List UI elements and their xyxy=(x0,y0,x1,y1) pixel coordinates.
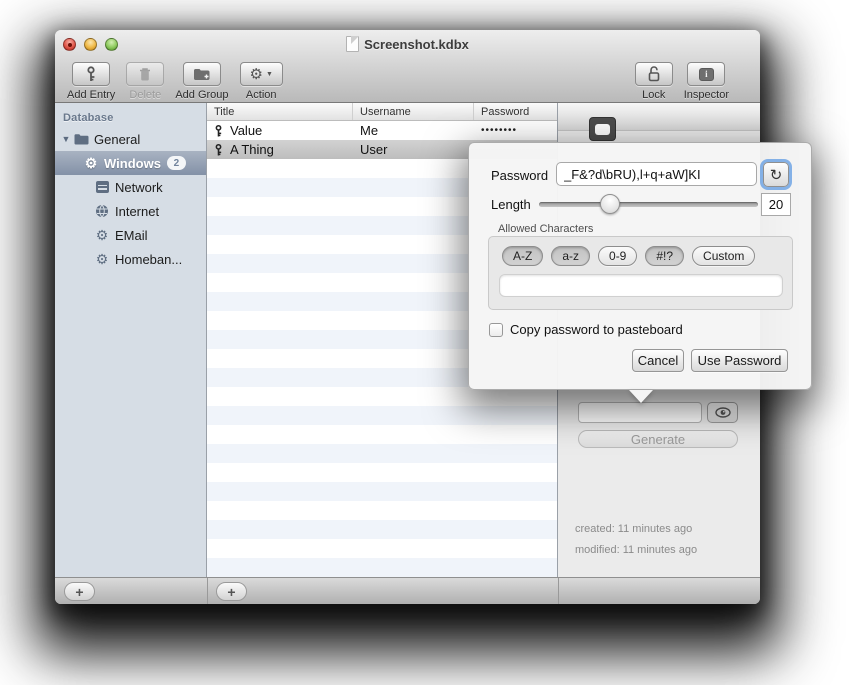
charset-lowercase-toggle[interactable]: a-z xyxy=(551,246,590,266)
bottom-bar-divider xyxy=(558,578,559,604)
inspector-password-field[interactable] xyxy=(578,402,702,423)
folder-icon xyxy=(73,133,89,145)
length-slider[interactable] xyxy=(539,202,758,207)
sidebar-item-general[interactable]: ▼ General xyxy=(55,127,206,151)
slider-thumb[interactable] xyxy=(600,194,620,214)
length-value-field[interactable] xyxy=(761,193,791,216)
sidebar-item-label: General xyxy=(94,132,140,147)
refresh-icon: ↻ xyxy=(770,166,783,184)
network-icon xyxy=(94,181,110,193)
gear-icon: ⚙ xyxy=(250,67,263,82)
charset-digits-toggle[interactable]: 0-9 xyxy=(598,246,637,266)
lock-button[interactable]: Lock xyxy=(635,62,673,101)
created-timestamp: created: 11 minutes ago xyxy=(575,523,692,535)
gear-icon: ⚙ xyxy=(94,252,110,266)
gear-icon: ⚙ xyxy=(94,228,110,242)
cell-username: Me xyxy=(353,123,474,138)
cancel-button[interactable]: Cancel xyxy=(632,349,684,372)
generated-password-field[interactable] xyxy=(556,162,757,186)
reveal-password-button[interactable] xyxy=(707,402,738,423)
globe-icon xyxy=(94,204,110,218)
sidebar-item-label: Network xyxy=(115,180,163,195)
toolbar: Add Entry Delete Add Group ⚙ xyxy=(55,58,760,103)
allowed-characters-label: Allowed Characters xyxy=(498,223,593,235)
key-icon xyxy=(84,66,98,82)
charset-uppercase-toggle[interactable]: A-Z xyxy=(502,246,543,266)
action-button[interactable]: ⚙ ▼ Action xyxy=(240,62,283,101)
trash-icon xyxy=(138,67,152,82)
window-header: Screenshot.kdbx Add Entry Delete xyxy=(55,30,760,103)
add-entry-button[interactable]: Add Entry xyxy=(67,62,115,101)
add-entry-plus-button[interactable]: + xyxy=(216,582,247,601)
sidebar-item-email[interactable]: ⚙ EMail xyxy=(55,223,206,247)
cell-title: A Thing xyxy=(230,142,274,157)
charset-symbols-toggle[interactable]: #!? xyxy=(645,246,684,266)
column-header-username[interactable]: Username xyxy=(353,103,474,120)
key-icon xyxy=(213,124,224,138)
disclosure-triangle-icon[interactable]: ▼ xyxy=(59,134,73,144)
key-icon xyxy=(213,143,224,157)
sidebar-item-homebanking[interactable]: ⚙ Homeban... xyxy=(55,247,206,271)
eye-icon xyxy=(715,407,731,418)
gear-icon: ⚙ xyxy=(83,156,99,170)
table-row[interactable]: Value Me •••••••• xyxy=(207,121,557,140)
cell-title: Value xyxy=(230,123,262,138)
regenerate-button[interactable]: ↻ xyxy=(763,162,789,187)
copy-password-label: Copy password to pasteboard xyxy=(510,322,683,337)
popover-arrow xyxy=(629,390,653,403)
add-group-button[interactable]: Add Group xyxy=(175,62,228,101)
titlebar[interactable]: Screenshot.kdbx xyxy=(55,30,760,58)
title-group: Screenshot.kdbx xyxy=(55,30,760,58)
count-badge: 2 xyxy=(167,156,186,170)
sidebar-item-label: Homeban... xyxy=(115,252,182,267)
screenshot-stage: Screenshot.kdbx Add Entry Delete xyxy=(0,0,849,685)
sidebar-item-label: Internet xyxy=(115,204,159,219)
sidebar-item-network[interactable]: Network xyxy=(55,175,206,199)
password-label: Password xyxy=(491,168,548,183)
sidebar-section-database: Database xyxy=(55,109,206,127)
folder-plus-icon xyxy=(193,67,210,81)
sidebar-item-label: Windows xyxy=(104,156,161,171)
column-header-password[interactable]: Password xyxy=(474,103,557,120)
length-label: Length xyxy=(491,197,531,212)
column-header-title[interactable]: Title xyxy=(207,103,353,120)
password-generator-popover: Password ↻ Length Allowed Characters A-Z… xyxy=(468,142,812,390)
sidebar-item-internet[interactable]: Internet xyxy=(55,199,206,223)
window-title: Screenshot.kdbx xyxy=(364,37,469,52)
bottom-bar-divider xyxy=(207,578,208,604)
chevron-down-icon: ▼ xyxy=(266,71,273,78)
allowed-characters-box: A-Z a-z 0-9 #!? Custom xyxy=(488,236,793,310)
image-icon xyxy=(595,124,610,135)
modified-timestamp: modified: 11 minutes ago xyxy=(575,544,697,556)
use-password-button[interactable]: Use Password xyxy=(691,349,788,372)
cell-password: •••••••• xyxy=(474,125,557,136)
copy-password-row: Copy password to pasteboard xyxy=(489,322,683,337)
inspector-button[interactable]: i Inspector xyxy=(684,62,729,101)
sidebar-item-label: EMail xyxy=(115,228,148,243)
character-option-pills: A-Z a-z 0-9 #!? Custom xyxy=(502,246,755,266)
custom-characters-field[interactable] xyxy=(499,274,783,297)
cell-username: User xyxy=(353,142,474,157)
copy-password-checkbox[interactable] xyxy=(489,323,503,337)
delete-button[interactable]: Delete xyxy=(126,62,164,101)
bottom-bar: + + xyxy=(55,577,760,604)
generate-button[interactable]: Generate xyxy=(578,430,738,448)
info-icon: i xyxy=(699,68,714,81)
sidebar: Database ▼ General ⚙ Windows 2 Network xyxy=(55,103,207,577)
document-icon xyxy=(346,36,359,52)
table-header: Title Username Password xyxy=(207,103,557,121)
entry-icon-picker[interactable] xyxy=(589,117,616,141)
charset-custom-toggle[interactable]: Custom xyxy=(692,246,755,266)
lock-open-icon xyxy=(647,66,661,82)
add-group-plus-button[interactable]: + xyxy=(64,582,95,601)
sidebar-item-windows[interactable]: ⚙ Windows 2 xyxy=(55,151,206,175)
